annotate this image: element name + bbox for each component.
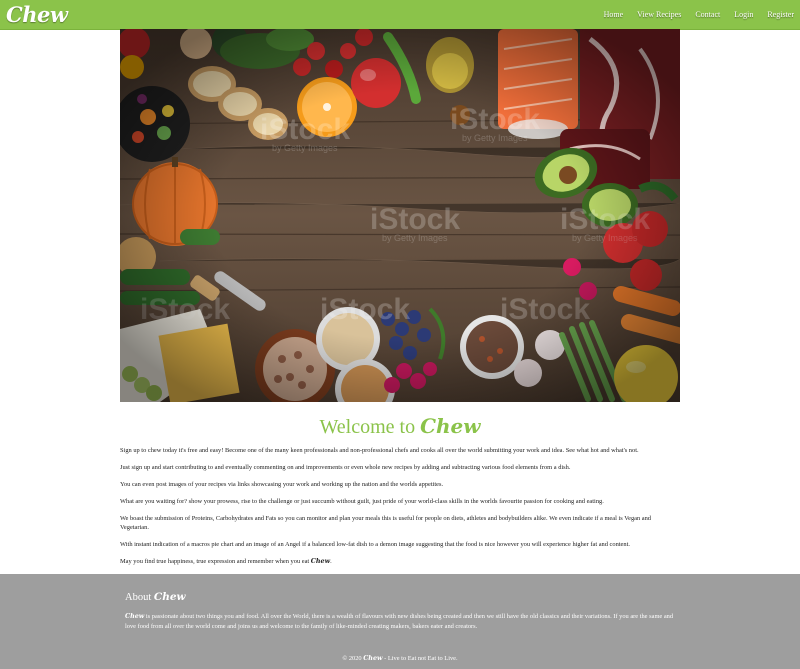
nav-menu: Home View Recipes Contact Login Register bbox=[590, 0, 794, 29]
intro-paragraph-5: We boast the submission of Proteins, Car… bbox=[120, 515, 651, 531]
hero-food-illustration: iStock iStock iStock iStock iStock iStoc… bbox=[120, 29, 680, 402]
navbar: Chew Home View Recipes Contact Login Reg… bbox=[0, 0, 800, 30]
about-body: is passionate about two things you and f… bbox=[125, 613, 674, 630]
intro-paragraph-3: You can even post images of your recipes… bbox=[120, 481, 444, 488]
closing-prefix: May you find true happiness, true expres… bbox=[120, 558, 310, 565]
nav-register-link[interactable]: Register bbox=[767, 10, 794, 19]
about-brand: Chew bbox=[153, 591, 186, 603]
closing-paragraph: May you find true happiness, true expres… bbox=[120, 557, 680, 566]
welcome-heading: Welcome to Chew bbox=[0, 414, 800, 439]
closing-brand: Chew bbox=[310, 557, 331, 565]
about-heading: About Chew bbox=[125, 591, 186, 603]
nav-contact-link[interactable]: Contact bbox=[695, 10, 720, 19]
hero-image: iStock iStock iStock iStock iStock iStoc… bbox=[120, 29, 680, 402]
nav-view-recipes-link[interactable]: View Recipes bbox=[637, 10, 681, 19]
intro-content: Sign up to chew today it's free and easy… bbox=[120, 446, 680, 574]
brand-logo[interactable]: Chew bbox=[6, 2, 68, 27]
nav-home-link[interactable]: Home bbox=[604, 10, 624, 19]
intro-paragraph-6: With instant indication of a macros pie … bbox=[120, 541, 630, 548]
intro-paragraph-4: What are you waiting for? show your prow… bbox=[120, 498, 604, 505]
copyright-prefix: © 2020 bbox=[342, 655, 362, 662]
about-brand-inline: Chew bbox=[125, 612, 145, 620]
welcome-prefix: Welcome to bbox=[319, 416, 416, 438]
about-text: Chew is passionate about two things you … bbox=[125, 611, 675, 632]
welcome-brand: Chew bbox=[420, 414, 481, 438]
copyright: © 2020 Chew - Live to Eat not Eat to Liv… bbox=[0, 654, 800, 662]
nav-login-link[interactable]: Login bbox=[734, 10, 753, 19]
intro-paragraph-2: Just sign up and start contributing to a… bbox=[120, 464, 571, 471]
copyright-brand: Chew bbox=[363, 654, 383, 662]
closing-suffix: . bbox=[330, 558, 332, 565]
footer: About Chew Chew is passionate about two … bbox=[0, 574, 800, 669]
about-prefix: About bbox=[125, 592, 152, 603]
copyright-suffix: - Live to Eat not Eat to Live. bbox=[384, 655, 458, 662]
intro-paragraph-1: Sign up to chew today it's free and easy… bbox=[120, 447, 639, 454]
